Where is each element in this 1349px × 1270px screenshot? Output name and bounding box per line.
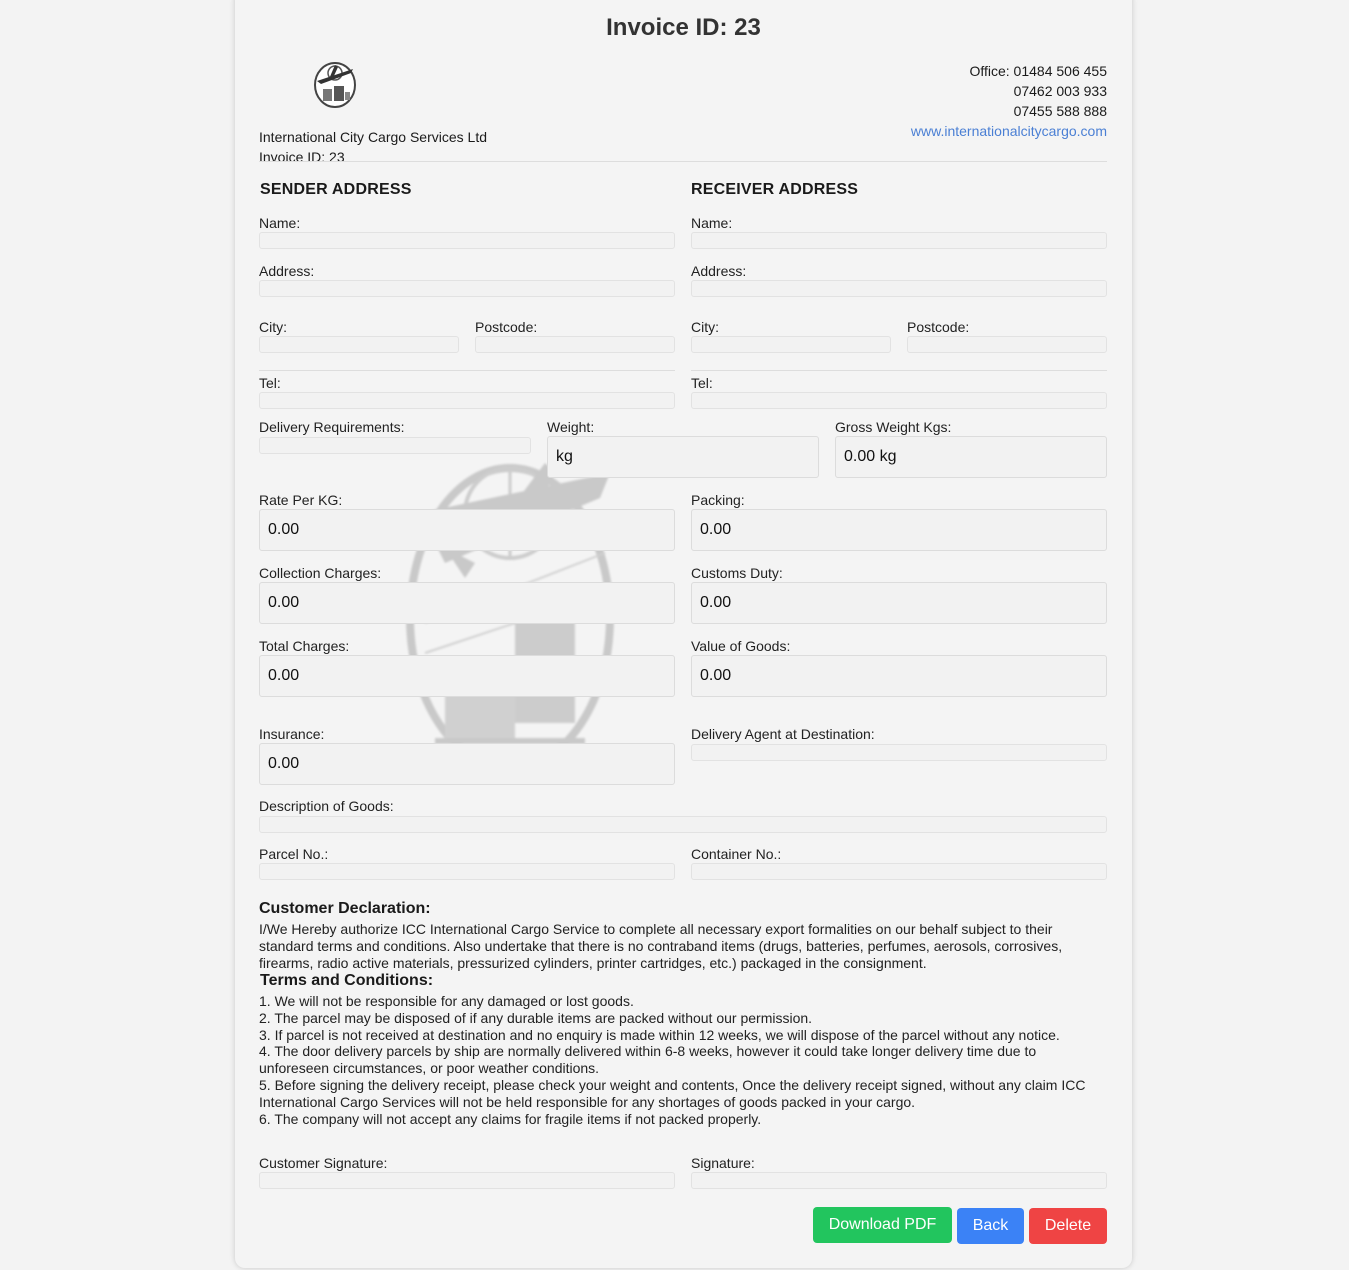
rate-label: Rate Per KG: [259, 492, 343, 508]
sender-tel-label: Tel: [259, 375, 281, 391]
receiver-heading: RECEIVER ADDRESS [691, 181, 859, 198]
receiver-address-field[interactable] [691, 280, 1107, 297]
receiver-city-label: City: [691, 319, 719, 335]
sender-tel-field[interactable] [259, 392, 675, 409]
delivery-requirements-field[interactable] [259, 437, 531, 454]
signature-label: Signature: [691, 1155, 755, 1171]
terms-item: 3. If parcel is not received at destinat… [259, 1026, 1060, 1043]
header-divider [259, 161, 1107, 162]
download-pdf-button[interactable]: Download PDF [813, 1207, 952, 1243]
container-field[interactable] [691, 863, 1107, 880]
parcel-field[interactable] [259, 863, 675, 880]
packing-label: Packing: [691, 492, 745, 508]
collection-field[interactable]: 0.00 [259, 582, 675, 624]
receiver-postcode-label: Postcode: [907, 319, 970, 335]
page-title: Invoice ID: 23 [606, 14, 761, 41]
receiver-name-label: Name: [691, 215, 733, 231]
gross-weight-label: Gross Weight Kgs: [835, 419, 952, 435]
delivery-agent-field[interactable] [691, 744, 1107, 761]
rate-field[interactable]: 0.00 [259, 509, 675, 551]
sender-name-label: Name: [259, 215, 301, 231]
sender-city-field[interactable] [259, 336, 459, 353]
collection-label: Collection Charges: [259, 565, 382, 581]
phone-2: 07462 003 933 [1013, 83, 1107, 99]
delivery-agent-label: Delivery Agent at Destination: [691, 726, 875, 742]
receiver-postcode-field[interactable] [907, 336, 1107, 353]
declaration-heading: Customer Declaration: [259, 900, 431, 917]
back-button[interactable]: Back [957, 1208, 1024, 1244]
terms-heading: Terms and Conditions: [260, 972, 434, 989]
customs-field[interactable]: 0.00 [691, 582, 1107, 624]
office-phone: Office: 01484 506 455 [969, 63, 1107, 79]
signature-field[interactable] [691, 1172, 1107, 1189]
insurance-label: Insurance: [259, 726, 325, 742]
company-logo [311, 59, 359, 109]
value-goods-label: Value of Goods: [691, 638, 791, 654]
sender-heading: SENDER ADDRESS [260, 181, 412, 198]
terms-list: 1. We will not be responsible for any da… [259, 993, 1099, 1127]
sender-divider [259, 370, 675, 371]
terms-item: 5. Before signing the delivery receipt, … [259, 1076, 1086, 1110]
terms-item: 6. The company will not accept any claim… [259, 1110, 762, 1127]
phone-3: 07455 588 888 [1013, 103, 1107, 119]
weight-label: Weight: [547, 419, 595, 435]
total-field[interactable]: 0.00 [259, 655, 675, 697]
container-label: Container No.: [691, 846, 782, 862]
receiver-tel-field[interactable] [691, 392, 1107, 409]
sender-address-field[interactable] [259, 280, 675, 297]
sender-postcode-label: Postcode: [475, 319, 538, 335]
terms-item: 2. The parcel may be disposed of if any … [259, 1009, 813, 1026]
invoice-sheet: Invoice ID: 23 International City Cargo … [235, 0, 1132, 1268]
terms-item: 4. The door delivery parcels by ship are… [259, 1043, 1037, 1077]
terms-item: 1. We will not be responsible for any da… [259, 993, 634, 1009]
description-field[interactable] [259, 816, 1107, 833]
company-name: International City Cargo Services Ltd [259, 129, 487, 145]
parcel-label: Parcel No.: [259, 846, 329, 862]
receiver-divider [691, 370, 1107, 371]
sender-city-label: City: [259, 319, 287, 335]
insurance-field[interactable]: 0.00 [259, 743, 675, 785]
customer-signature-field[interactable] [259, 1172, 675, 1189]
declaration-text: I/We Hereby authorize ICC International … [259, 921, 1063, 971]
sender-name-field[interactable] [259, 232, 675, 249]
customs-label: Customs Duty: [691, 565, 783, 581]
total-label: Total Charges: [259, 638, 350, 654]
packing-field[interactable]: 0.00 [691, 509, 1107, 551]
description-label: Description of Goods: [259, 798, 394, 814]
value-goods-field[interactable]: 0.00 [691, 655, 1107, 697]
receiver-address-label: Address: [691, 263, 747, 279]
contact-info: Office: 01484 506 455 07462 003 933 0745… [911, 61, 1107, 141]
website-link[interactable]: www.internationalcitycargo.com [911, 123, 1107, 139]
gross-weight-field[interactable]: 0.00 kg [835, 436, 1107, 478]
invoice-id-line: Invoice ID: 23 [259, 149, 345, 165]
customer-signature-label: Customer Signature: [259, 1155, 388, 1171]
delivery-requirements-label: Delivery Requirements: [259, 419, 405, 435]
weight-field[interactable]: kg [547, 436, 819, 478]
delete-button[interactable]: Delete [1029, 1208, 1107, 1244]
sender-address-label: Address: [259, 263, 315, 279]
sender-postcode-field[interactable] [475, 336, 675, 353]
receiver-tel-label: Tel: [691, 375, 713, 391]
receiver-name-field[interactable] [691, 232, 1107, 249]
receiver-city-field[interactable] [691, 336, 891, 353]
